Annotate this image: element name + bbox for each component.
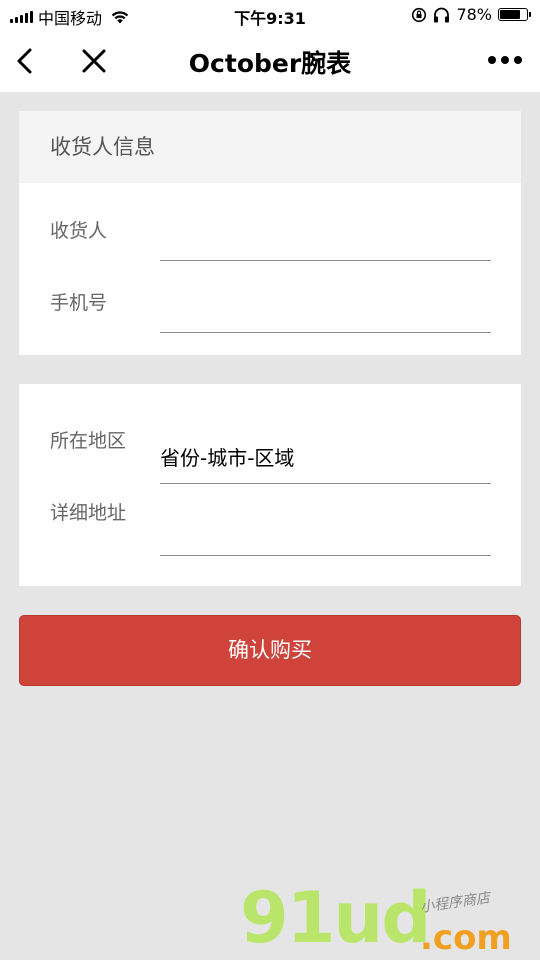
consignee-name-row: 收货人	[19, 183, 521, 263]
status-bar: 中国移动 下午9:31 78%	[0, 0, 540, 30]
battery-icon	[498, 8, 531, 21]
close-icon[interactable]	[80, 47, 108, 75]
watermark-domain: .com	[420, 918, 512, 958]
battery-percent: 78%	[456, 5, 492, 24]
watermark-tagline: 小程序商店	[419, 890, 491, 916]
region-row: 所在地区 省份-城市-区域	[19, 384, 521, 484]
phone-input[interactable]	[160, 293, 491, 333]
consignee-card: 收货人信息 收货人 手机号	[19, 111, 521, 355]
watermark-logo: 91ud	[240, 877, 431, 959]
back-arrow-icon[interactable]	[12, 46, 40, 76]
detail-address-input[interactable]	[160, 516, 491, 556]
consignee-name-input[interactable]	[160, 221, 491, 261]
more-dots-icon[interactable]	[488, 56, 522, 64]
watermark: 91ud 小程序商店 .com	[240, 877, 540, 960]
consignee-section-header: 收货人信息	[19, 111, 521, 183]
orientation-lock-icon	[412, 7, 427, 22]
phone-label: 手机号	[50, 292, 108, 314]
status-right: 78%	[411, 5, 531, 24]
nav-bar: October腕表	[0, 30, 540, 92]
battery-fill	[500, 10, 520, 19]
region-selector[interactable]: 省份-城市-区域	[160, 435, 491, 484]
region-label: 所在地区	[50, 430, 127, 452]
address-card: 所在地区 省份-城市-区域 详细地址	[19, 384, 521, 586]
consignee-name-label: 收货人	[50, 220, 108, 242]
detail-address-row: 详细地址	[19, 484, 521, 564]
phone-row: 手机号	[19, 263, 521, 343]
detail-address-label: 详细地址	[50, 502, 127, 524]
headphones-icon	[434, 7, 450, 22]
confirm-purchase-button[interactable]: 确认购买	[19, 615, 521, 686]
